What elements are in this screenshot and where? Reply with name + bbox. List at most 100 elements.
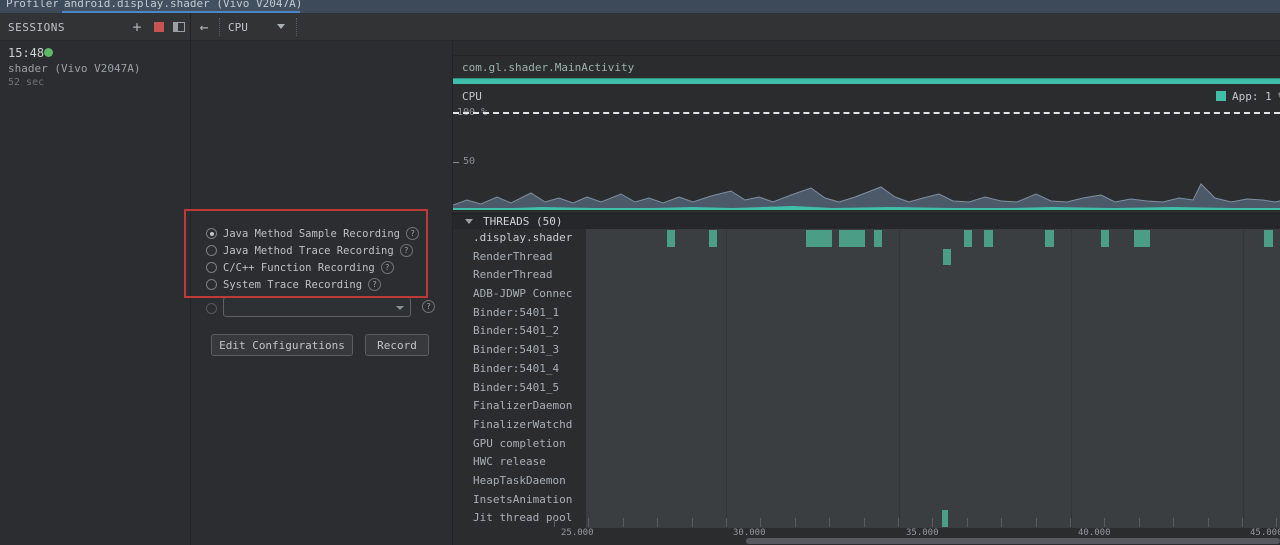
edit-configurations-button[interactable]: Edit Configurations [211,334,353,356]
recording-option-radio[interactable] [206,279,217,290]
time-axis-tick [657,518,658,527]
profiler-toolbar: SESSIONS + ← CPU [0,13,1280,41]
custom-config-radio[interactable] [206,303,217,314]
thread-row-label[interactable]: .display.shader [473,229,572,247]
cpu-100-percent-dashed-line [453,112,1280,114]
horizontal-scrollbar[interactable] [746,538,1280,544]
add-session-icon[interactable]: + [129,18,145,36]
time-axis-tick [1001,518,1002,527]
thread-row-label[interactable]: Binder:5401_2 [473,322,559,340]
recording-option-radio[interactable] [206,245,217,256]
time-axis-tick [1070,518,1071,527]
thread-row-label[interactable]: HWC release [473,453,546,471]
time-axis-tick [1276,518,1277,527]
threads-track-area: .display.shader RenderThread RenderThread A… [453,229,1280,528]
toolbar-separator [219,18,220,36]
thread-row-label[interactable]: RenderThread [473,266,552,284]
activity-event-bar[interactable] [453,78,1280,84]
recording-option-label: Java Method Sample Recording [223,227,401,240]
recording-option-radio[interactable] [206,228,217,239]
custom-config-radio-row [206,301,217,316]
thread-activity-block [667,230,675,247]
session-name[interactable]: shader (Vivo V2047A) [8,62,140,75]
thread-row-label[interactable]: ADB-JDWP Connec [473,285,572,303]
legend-app-value: App: 1 % [1232,90,1280,103]
time-axis-tick [932,518,933,527]
thread-activity-block [1134,230,1150,247]
cpu-profiler-panel: com.gl.shader.MainActivity CPU App: 1 % … [453,41,1280,545]
recording-option-label: C/C++ Function Recording [223,261,375,274]
time-axis-tick [1036,518,1037,527]
time-axis-tick [623,518,624,527]
recording-option-row: Java Method Sample Recording? [206,226,420,241]
record-button[interactable]: Record [365,334,429,356]
stop-session-icon[interactable] [151,19,167,35]
custom-config-combobox[interactable] [223,297,411,317]
thread-row-label[interactable]: InsetsAnimation [473,491,572,509]
cpu-usage-area-chart[interactable] [453,111,1280,211]
session-live-dot-icon [44,48,53,57]
thread-activity-block [709,230,717,247]
threads-track-background [586,229,1280,528]
time-axis-tick [1139,518,1140,527]
recording-option-radio[interactable] [206,262,217,273]
collapse-threads-icon[interactable] [465,219,473,224]
sessions-panel-divider [190,13,191,545]
thread-activity-block [806,230,832,247]
time-axis-tick [829,518,830,527]
profiler-view-select[interactable]: CPU [228,21,248,34]
thread-row-label[interactable]: Binder:5401_1 [473,304,559,322]
timeline-gridline [1243,229,1244,528]
recording-option-help-icon[interactable]: ? [399,244,413,257]
timeline-gridline [726,229,727,528]
recording-option-row: Java Method Trace Recording? [206,243,413,258]
thread-row-label[interactable]: RenderThread [473,248,552,266]
tab-profiler[interactable]: Profiler [6,0,58,13]
time-axis-tick [864,518,865,527]
thread-activity-block [874,230,882,247]
recording-option-label: System Trace Recording [223,278,363,291]
thread-row-label[interactable]: FinalizerDaemon [473,397,572,415]
tab-session-label: android.display.shader (Vivo V2047A) [64,0,300,10]
recording-option-help-icon[interactable]: ? [368,278,382,291]
thread-row-label[interactable]: Binder:5401_5 [473,379,559,397]
time-axis-tick [795,518,796,527]
thread-row-label[interactable]: Jit thread pool [473,509,572,527]
cpu-chart-title: CPU [462,90,482,103]
threads-header-label: THREADS (50) [483,215,563,228]
recording-option-help-icon[interactable]: ? [380,261,394,274]
sessions-panel-title: SESSIONS [8,21,65,34]
timeline-gridline [1071,229,1072,528]
back-arrow-icon[interactable]: ← [196,18,212,36]
collapse-sessions-panel-icon[interactable] [171,19,187,35]
recording-option-row: System Trace Recording? [206,277,382,292]
time-axis-tick [692,518,693,527]
thread-activity-block [1101,230,1109,247]
time-axis-tick [1242,518,1243,527]
android-studio-profiler-window: Profiler android.display.shader (Vivo V2… [0,0,1280,545]
view-select-dropdown-icon[interactable] [277,24,285,29]
legend-app-swatch-icon [1216,91,1226,101]
sessions-panel: 15:48 shader (Vivo V2047A) 52 sec [0,41,190,545]
thread-row-label[interactable]: Binder:5401_3 [473,341,559,359]
thread-activity-block [942,510,948,527]
recording-option-help-icon[interactable]: ? [406,227,420,240]
time-axis-tick [588,518,589,527]
activity-name: com.gl.shader.MainActivity [462,61,635,74]
toolbar-separator [296,18,297,36]
time-axis-label: 45.000 [1250,528,1280,538]
tab-profiler-label: Profiler [6,0,58,10]
session-time[interactable]: 15:48 [8,46,44,60]
thread-row-label[interactable]: FinalizerWatchd [473,416,572,434]
threads-section-header[interactable]: THREADS (50) [453,213,1280,229]
thread-row-label[interactable]: Binder:5401_4 [473,360,559,378]
thread-activity-block [964,230,972,247]
recording-config-panel: Java Method Sample Recording? Java Method… [191,41,452,545]
time-axis-label: 25.000 [561,528,594,538]
custom-config-help-icon[interactable]: ? [422,300,435,313]
thread-activity-block [1264,230,1273,247]
panel-top-border [453,55,1280,56]
combobox-dropdown-icon [396,306,404,310]
thread-row-label[interactable]: HeapTaskDaemon [473,472,566,490]
thread-row-label[interactable]: GPU completion [473,435,566,453]
